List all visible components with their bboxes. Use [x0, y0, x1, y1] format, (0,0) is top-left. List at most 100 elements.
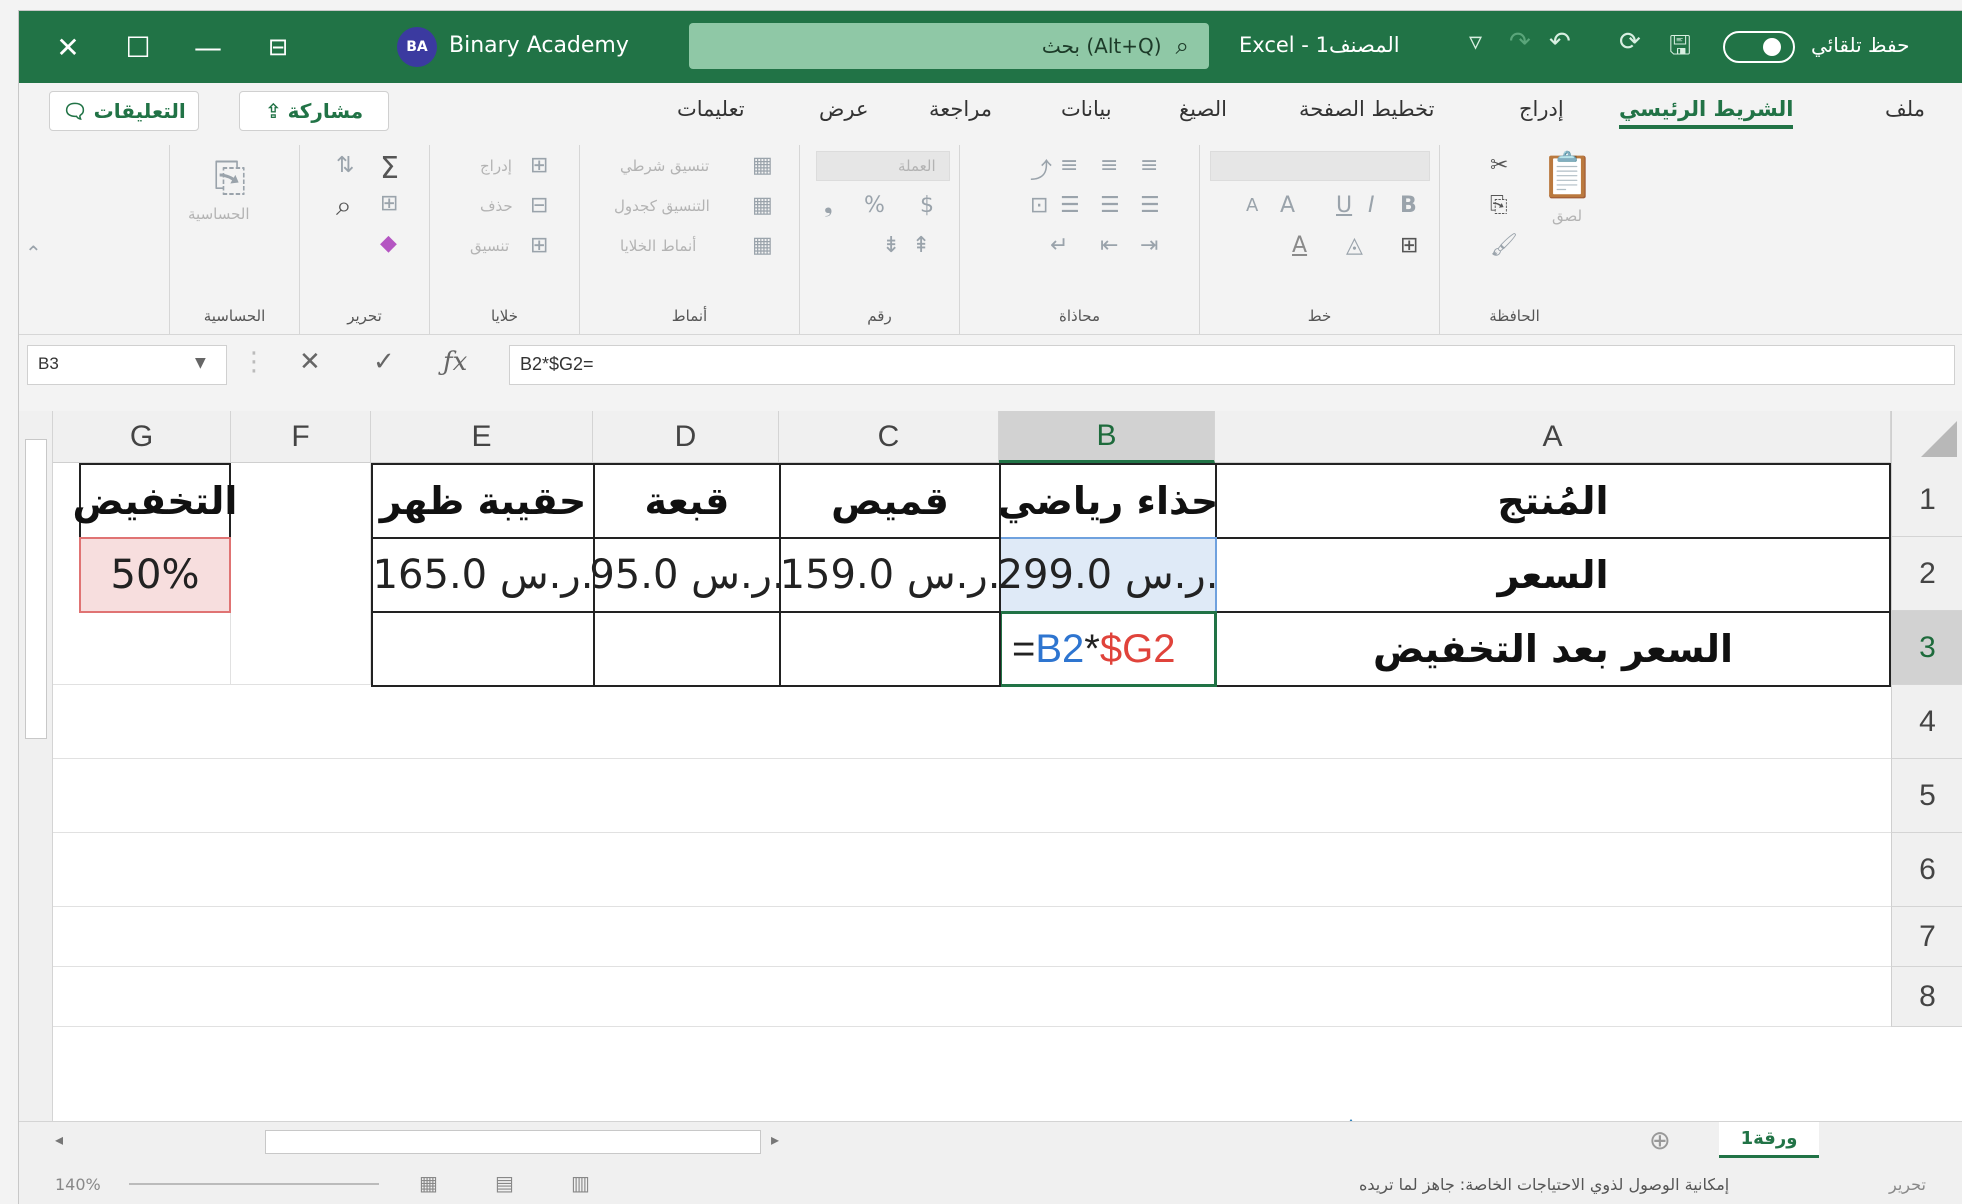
align-center-icon[interactable]: ☰	[1100, 193, 1120, 218]
insert-function-icon[interactable]: ƒx	[443, 347, 467, 377]
column-header-g[interactable]: G	[53, 411, 231, 463]
merge-center-icon[interactable]: ⊡	[1030, 193, 1048, 218]
copy-icon[interactable]: ⎘	[1490, 193, 1508, 218]
column-header-a[interactable]: A	[1215, 411, 1891, 463]
cell-g1[interactable]: التخفيض	[73, 463, 237, 539]
cell-styles-icon[interactable]: ▦	[752, 233, 773, 258]
tab-insert[interactable]: إدراج	[1519, 97, 1564, 121]
align-bottom-icon[interactable]: ≡	[1060, 153, 1078, 178]
sensitivity-icon[interactable]: ⎘	[214, 155, 246, 201]
maximize-icon[interactable]: ☐	[105, 11, 171, 83]
accessibility-status[interactable]: إمكانية الوصول لذوي الاحتياجات الخاصة: ج…	[1359, 1175, 1729, 1194]
cell-g2[interactable]: 50%	[79, 537, 231, 613]
outdent-icon[interactable]: ⇤	[1100, 233, 1118, 258]
add-sheet-icon[interactable]: ⊕	[1649, 1126, 1671, 1156]
format-as-table-icon[interactable]: ▦	[752, 193, 773, 218]
collapse-ribbon-icon[interactable]: ⌃	[25, 241, 42, 265]
sheet-tab[interactable]: ورقة1	[1719, 1122, 1819, 1158]
redo-icon[interactable]: ↷	[1509, 27, 1531, 57]
find-icon[interactable]: ⌕	[336, 189, 352, 223]
scroll-thumb[interactable]	[25, 439, 47, 739]
format-painter-icon[interactable]: 🖌	[1490, 233, 1518, 258]
wrap-text-icon[interactable]: ↵	[1050, 233, 1068, 258]
tab-file[interactable]: ملف	[1885, 97, 1925, 121]
refresh-icon[interactable]: ⟳	[1619, 27, 1641, 57]
align-middle-icon[interactable]: ≡	[1100, 153, 1118, 178]
cell-c3[interactable]	[779, 611, 1001, 687]
fill-icon[interactable]: ⊞	[380, 191, 398, 216]
column-header-c[interactable]: C	[779, 411, 999, 463]
percent-icon[interactable]: %	[864, 193, 885, 218]
conditional-format-icon[interactable]: ▦	[752, 153, 773, 178]
normal-view-icon[interactable]: ▦	[419, 1171, 438, 1195]
tab-page-layout[interactable]: تخطيط الصفحة	[1299, 97, 1434, 121]
empty-row[interactable]	[53, 907, 1891, 967]
align-left-icon[interactable]: ☰	[1140, 193, 1160, 218]
cell-c1[interactable]: قميص	[779, 463, 1001, 539]
column-header-f[interactable]: F	[231, 411, 371, 463]
borders-icon[interactable]: ⊞	[1400, 233, 1418, 258]
scroll-left-icon[interactable]: ◂	[55, 1130, 63, 1149]
cell-d3[interactable]	[593, 611, 781, 687]
comments-button[interactable]: 🗨 التعليقات	[49, 91, 199, 131]
align-right-icon[interactable]: ☰	[1060, 193, 1080, 218]
undo-icon[interactable]: ↶	[1549, 27, 1571, 57]
cell-a3[interactable]: السعر بعد التخفيض	[1215, 611, 1891, 687]
column-header-b[interactable]: B	[999, 411, 1215, 463]
empty-row[interactable]	[53, 685, 1891, 759]
currency-icon[interactable]: $	[920, 193, 934, 218]
align-top-icon[interactable]: ≡	[1140, 153, 1158, 178]
column-header-d[interactable]: D	[593, 411, 779, 463]
cell-d2[interactable]: 95.0 ر.س.	[589, 537, 785, 613]
autosave-toggle[interactable]	[1723, 31, 1795, 63]
row-header-1[interactable]: 1	[1891, 463, 1962, 537]
cell-a2[interactable]: السعر	[1215, 537, 1891, 613]
select-all-corner[interactable]	[1891, 411, 1962, 463]
tab-formulas[interactable]: الصيغ	[1179, 97, 1227, 121]
ribbon-display-icon[interactable]: ⊟	[245, 11, 311, 83]
cell-a1[interactable]: المُنتج	[1215, 463, 1891, 539]
customize-toolbar-icon[interactable]: ▿	[1469, 27, 1482, 57]
cell-b2[interactable]: 299.0 ر.س.	[998, 537, 1218, 613]
decrease-font-icon[interactable]: A	[1246, 195, 1258, 216]
empty-row[interactable]	[53, 967, 1891, 1027]
tab-review[interactable]: مراجعة	[929, 97, 992, 121]
cut-icon[interactable]: ✂	[1490, 153, 1508, 178]
tab-help[interactable]: تعليمات	[677, 97, 745, 121]
decrease-decimal-icon[interactable]: ⇟	[882, 233, 900, 258]
search-box[interactable]: بحث (Alt+Q) ⌕	[689, 23, 1209, 69]
sort-filter-icon[interactable]: ⇅	[336, 153, 354, 178]
cell-e2[interactable]: 165.0 ر.س.	[371, 537, 595, 613]
tab-view[interactable]: عرض	[819, 97, 869, 121]
row-header-3[interactable]: 3	[1891, 611, 1962, 685]
row-header-4[interactable]: 4	[1891, 685, 1962, 759]
underline-icon[interactable]: U	[1336, 193, 1352, 218]
cell-g3[interactable]	[53, 611, 231, 685]
cell-e3[interactable]	[371, 611, 595, 687]
indent-icon[interactable]: ⇥	[1140, 233, 1158, 258]
zoom-slider[interactable]	[129, 1183, 379, 1185]
minimize-icon[interactable]: —	[175, 11, 241, 83]
format-cells-icon[interactable]: ⊞	[530, 233, 548, 258]
increase-font-icon[interactable]: A	[1280, 193, 1295, 218]
fill-color-icon[interactable]: ◬	[1346, 233, 1363, 258]
tab-home[interactable]: الشريط الرئيسي	[1619, 97, 1794, 129]
autosum-icon[interactable]: Σ	[380, 151, 399, 186]
paste-icon[interactable]: 📋	[1540, 149, 1595, 201]
formula-input[interactable]: B2*$G2=	[509, 345, 1955, 385]
enter-icon[interactable]: ✓	[373, 347, 395, 377]
column-header-e[interactable]: E	[371, 411, 593, 463]
share-button[interactable]: ⇪ مشاركة	[239, 91, 389, 131]
italic-icon[interactable]: I	[1368, 193, 1375, 218]
increase-decimal-icon[interactable]: ⇞	[912, 233, 930, 258]
delete-cells-icon[interactable]: ⊟	[530, 193, 548, 218]
vertical-scrollbar[interactable]	[19, 411, 53, 1121]
avatar[interactable]: BA	[397, 27, 437, 67]
font-color-icon[interactable]: A	[1292, 233, 1307, 258]
close-icon[interactable]: ✕	[35, 11, 101, 83]
clear-icon[interactable]: ◆	[380, 231, 397, 256]
row-header-5[interactable]: 5	[1891, 759, 1962, 833]
cell-c2[interactable]: 159.0 ر.س.	[779, 537, 1001, 613]
bold-icon[interactable]: B	[1400, 193, 1417, 218]
empty-row[interactable]	[53, 759, 1891, 833]
